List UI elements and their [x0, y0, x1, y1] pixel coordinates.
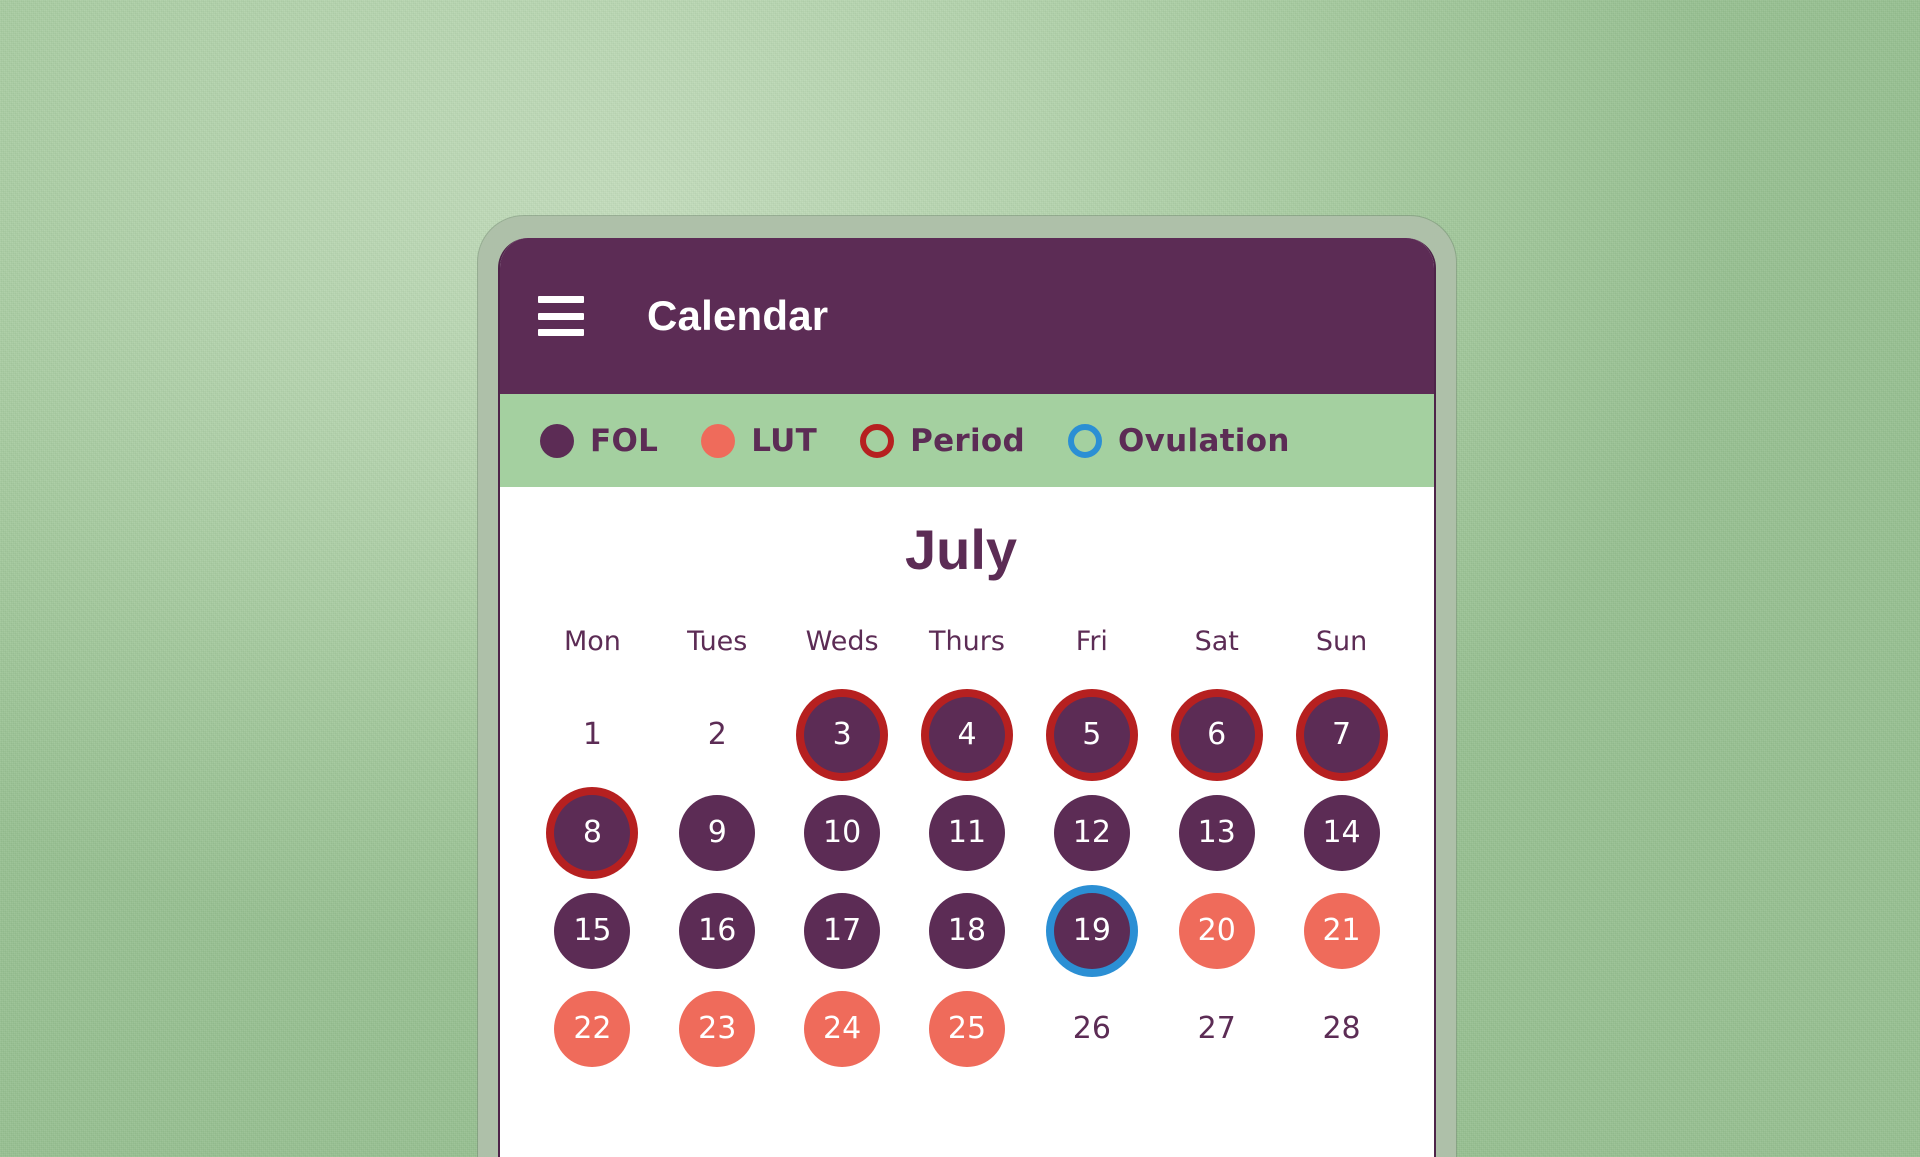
legend-item-lut[interactable]: LUT — [701, 423, 817, 459]
day-cell[interactable]: 26 — [1029, 991, 1154, 1067]
day-14[interactable]: 14 — [1303, 794, 1380, 871]
day-cell[interactable]: 27 — [1154, 991, 1279, 1067]
day-cell[interactable]: 2 — [655, 697, 780, 773]
day-cell[interactable]: 21 — [1279, 892, 1404, 969]
ring-circle-icon — [1068, 423, 1103, 458]
day-cell[interactable]: 9 — [655, 794, 780, 871]
hamburger-bar-middle — [538, 312, 584, 320]
phase-legend-bar: FOL LUT Period Ovulation — [500, 394, 1434, 487]
day-cell[interactable]: 11 — [905, 794, 1030, 871]
day-5[interactable]: 5 — [1053, 696, 1130, 773]
day-7[interactable]: 7 — [1303, 696, 1380, 773]
weekday-header-sat: Sat — [1194, 625, 1239, 657]
phone-screen: Calendar FOL LUT Period Ovulation July M… — [498, 238, 1436, 1157]
day-cell[interactable]: 23 — [655, 990, 780, 1067]
day-cell[interactable]: 3 — [780, 696, 905, 773]
day-26[interactable]: 26 — [1054, 991, 1130, 1067]
day-cell[interactable]: 12 — [1029, 794, 1154, 871]
day-cell[interactable]: 28 — [1279, 991, 1404, 1067]
ring-circle-icon — [860, 423, 895, 458]
day-8[interactable]: 8 — [554, 794, 631, 871]
day-4[interactable]: 4 — [928, 696, 1005, 773]
day-cell[interactable]: 18 — [905, 892, 1030, 969]
legend-item-period[interactable]: Period — [860, 423, 1025, 459]
day-cell[interactable]: 20 — [1154, 892, 1279, 969]
day-6[interactable]: 6 — [1178, 696, 1255, 773]
weekday-header-weds: Weds — [805, 625, 879, 657]
calendar-body: July Mon Tues Weds Thurs Fri Sat Sun 123456789… — [500, 487, 1434, 1067]
app-title: Calendar — [647, 292, 829, 339]
day-15[interactable]: 15 — [554, 892, 631, 969]
day-cell[interactable]: 22 — [530, 990, 655, 1067]
day-9[interactable]: 9 — [679, 794, 756, 871]
legend-label-lut: LUT — [751, 422, 818, 459]
app-bar: Calendar — [500, 238, 1434, 394]
day-cell[interactable]: 14 — [1279, 794, 1404, 871]
day-cell[interactable]: 7 — [1279, 696, 1404, 773]
weekday-header-fri: Fri — [1075, 625, 1108, 657]
day-cell[interactable]: 6 — [1154, 696, 1279, 773]
filled-circle-icon — [540, 423, 574, 458]
day-10[interactable]: 10 — [804, 794, 881, 871]
day-24[interactable]: 24 — [804, 990, 881, 1067]
day-28[interactable]: 28 — [1304, 991, 1380, 1067]
day-cell[interactable]: 19 — [1029, 892, 1154, 969]
weekday-header-thurs: Thurs — [929, 625, 1005, 657]
legend-label-ovulation: Ovulation — [1118, 422, 1290, 459]
day-19[interactable]: 19 — [1053, 892, 1130, 969]
day-cell[interactable]: 16 — [655, 892, 780, 969]
weekday-header-row: Mon Tues Weds Thurs Fri Sat Sun — [500, 626, 1434, 657]
day-cell[interactable]: 8 — [530, 794, 655, 871]
day-25[interactable]: 25 — [928, 990, 1005, 1067]
day-23[interactable]: 23 — [679, 990, 756, 1067]
legend-label-period: Period — [910, 422, 1026, 459]
phone-frame: Calendar FOL LUT Period Ovulation July M… — [478, 216, 1456, 1157]
legend-item-ovulation[interactable]: Ovulation — [1068, 423, 1290, 459]
day-cell[interactable]: 15 — [530, 892, 655, 969]
day-22[interactable]: 22 — [554, 990, 631, 1067]
hamburger-bar-bottom — [538, 329, 584, 336]
day-cell[interactable]: 5 — [1029, 696, 1154, 773]
weekday-header-tues: Tues — [687, 625, 748, 657]
day-cell[interactable]: 24 — [780, 990, 905, 1067]
day-20[interactable]: 20 — [1178, 892, 1255, 969]
day-cell[interactable]: 13 — [1154, 794, 1279, 871]
day-12[interactable]: 12 — [1053, 794, 1130, 871]
day-cell[interactable]: 10 — [780, 794, 905, 871]
day-18[interactable]: 18 — [928, 892, 1005, 969]
calendar-days-grid: 1 2 3 4 5 6 7 8 9 10 11 12 13 14 15 16 17 18 19 20 21 22 23 24 2… — [500, 696, 1434, 1067]
day-11[interactable]: 11 — [928, 794, 1005, 871]
day-cell[interactable]: 25 — [905, 990, 1030, 1067]
legend-label-fol: FOL — [590, 422, 659, 459]
hamburger-menu-icon[interactable] — [538, 296, 584, 336]
day-17[interactable]: 17 — [804, 892, 881, 969]
day-3[interactable]: 3 — [804, 696, 881, 773]
day-16[interactable]: 16 — [679, 892, 756, 969]
day-13[interactable]: 13 — [1178, 794, 1255, 871]
hamburger-bar-top — [538, 296, 584, 303]
day-cell[interactable]: 1 — [530, 697, 655, 773]
day-1[interactable]: 1 — [554, 697, 630, 773]
day-21[interactable]: 21 — [1303, 892, 1380, 969]
legend-item-fol[interactable]: FOL — [540, 423, 658, 459]
month-title: July — [904, 518, 1018, 581]
filled-circle-icon — [701, 423, 736, 458]
weekday-header-mon: Mon — [563, 625, 621, 657]
day-cell[interactable]: 17 — [780, 892, 905, 969]
day-27[interactable]: 27 — [1179, 991, 1255, 1067]
day-2[interactable]: 2 — [679, 697, 755, 773]
weekday-header-sun: Sun — [1315, 625, 1368, 657]
day-cell[interactable]: 4 — [905, 696, 1030, 773]
